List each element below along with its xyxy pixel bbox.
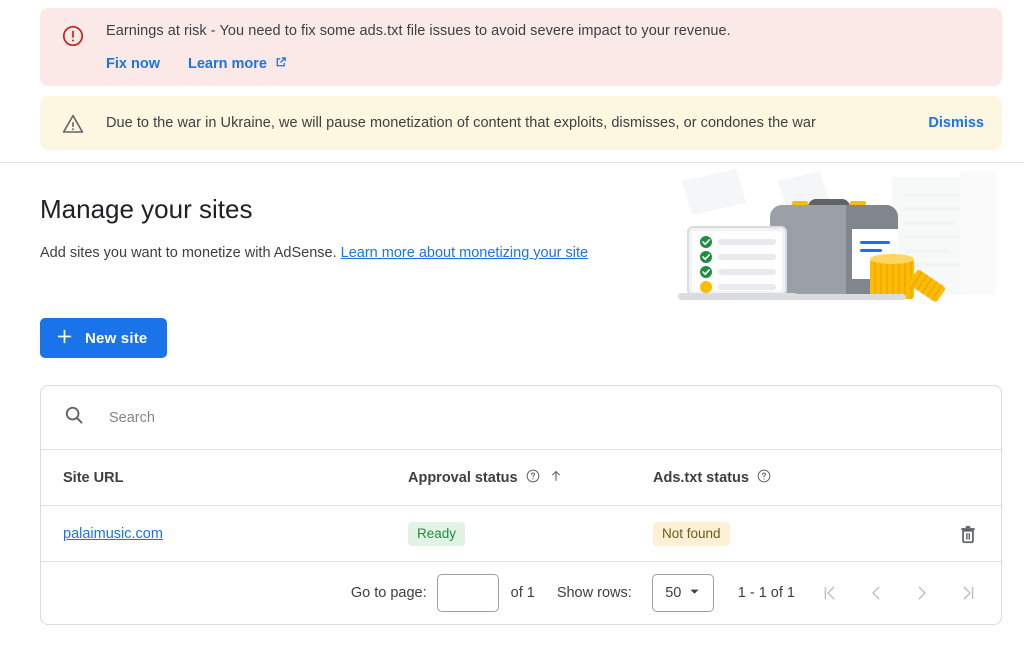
sort-ascending-icon[interactable] (548, 468, 564, 488)
error-banner-actions: Fix now Learn more (106, 55, 984, 73)
search-icon[interactable] (63, 404, 85, 431)
status-badge-approval: Ready (408, 521, 466, 546)
chevron-down-icon (689, 585, 700, 601)
ukraine-war-banner: Due to the war in Ukraine, we will pause… (40, 96, 1002, 150)
learn-more-link[interactable]: Learn more (188, 55, 288, 73)
help-icon[interactable] (525, 468, 541, 488)
warning-banner-body: Due to the war in Ukraine, we will pause… (106, 114, 904, 132)
error-banner-message: Earnings at risk - You need to fix some … (106, 23, 731, 39)
last-page-icon[interactable] (957, 582, 979, 604)
status-badge-ads-txt: Not found (653, 521, 730, 546)
help-icon[interactable] (756, 468, 772, 488)
ads-txt-status-cell: Not found (653, 521, 919, 546)
site-url-link[interactable]: palaimusic.com (63, 526, 163, 542)
new-site-label: New site (85, 329, 148, 347)
show-rows-label: Show rows: (556, 585, 632, 601)
hero-section: Manage your sites Add sites you want to … (0, 163, 1024, 313)
column-header-site-url[interactable]: Site URL (63, 470, 408, 486)
error-banner-body: Earnings at risk - You need to fix some … (106, 22, 984, 73)
sites-table-card: Site URL Approval status Ads.txt status (40, 385, 1002, 625)
pagination-range-label: 1 - 1 of 1 (737, 585, 795, 601)
go-to-page-input[interactable] (436, 574, 499, 612)
column-header-approval-status[interactable]: Approval status (408, 468, 653, 488)
total-pages-label: of 1 (510, 585, 535, 601)
trash-icon[interactable] (957, 523, 979, 545)
learn-more-label: Learn more (187, 56, 267, 72)
table-row: palaimusic.com Ready Not found (41, 506, 1001, 562)
search-row (41, 386, 1001, 450)
new-site-button[interactable]: New site (40, 318, 168, 358)
pagination-bar: Go to page: of 1 Show rows: 50 1 - 1 of … (41, 562, 1001, 624)
monetizing-learn-more-link[interactable]: Learn more about monetizing your site (341, 245, 588, 261)
go-to-page-label: Go to page: (350, 585, 427, 601)
approval-status-label: Approval status (408, 469, 518, 486)
external-link-icon (274, 55, 288, 73)
first-page-icon[interactable] (819, 582, 841, 604)
notification-banner-zone: Earnings at risk - You need to fix some … (0, 0, 1024, 163)
plus-icon (56, 328, 73, 349)
column-header-ads-txt-status[interactable]: Ads.txt status (653, 468, 919, 488)
briefcase-checklist-coins-illustration (670, 163, 1002, 309)
dismiss-button[interactable]: Dismiss (928, 115, 984, 131)
row-actions-cell (919, 523, 979, 545)
rows-per-page-value: 50 (665, 585, 682, 601)
approval-status-cell: Ready (408, 521, 653, 546)
rows-per-page-select[interactable]: 50 (651, 574, 714, 612)
warning-banner-message: Due to the war in Ukraine, we will pause… (106, 115, 816, 131)
fix-now-link[interactable]: Fix now (106, 56, 160, 72)
warning-triangle-icon (60, 111, 86, 137)
search-input[interactable] (107, 408, 507, 427)
earnings-at-risk-banner: Earnings at risk - You need to fix some … (40, 8, 1002, 86)
site-url-cell: palaimusic.com (63, 526, 408, 542)
pagination-nav-buttons (819, 582, 987, 604)
previous-page-icon[interactable] (865, 582, 887, 604)
ads-txt-status-label: Ads.txt status (653, 469, 749, 486)
table-header-row: Site URL Approval status Ads.txt status (41, 450, 1001, 506)
next-page-icon[interactable] (911, 582, 933, 604)
subtitle-text: Add sites you want to monetize with AdSe… (40, 245, 337, 261)
error-circle-icon (60, 23, 86, 49)
new-site-button-wrap: New site (0, 313, 1024, 358)
